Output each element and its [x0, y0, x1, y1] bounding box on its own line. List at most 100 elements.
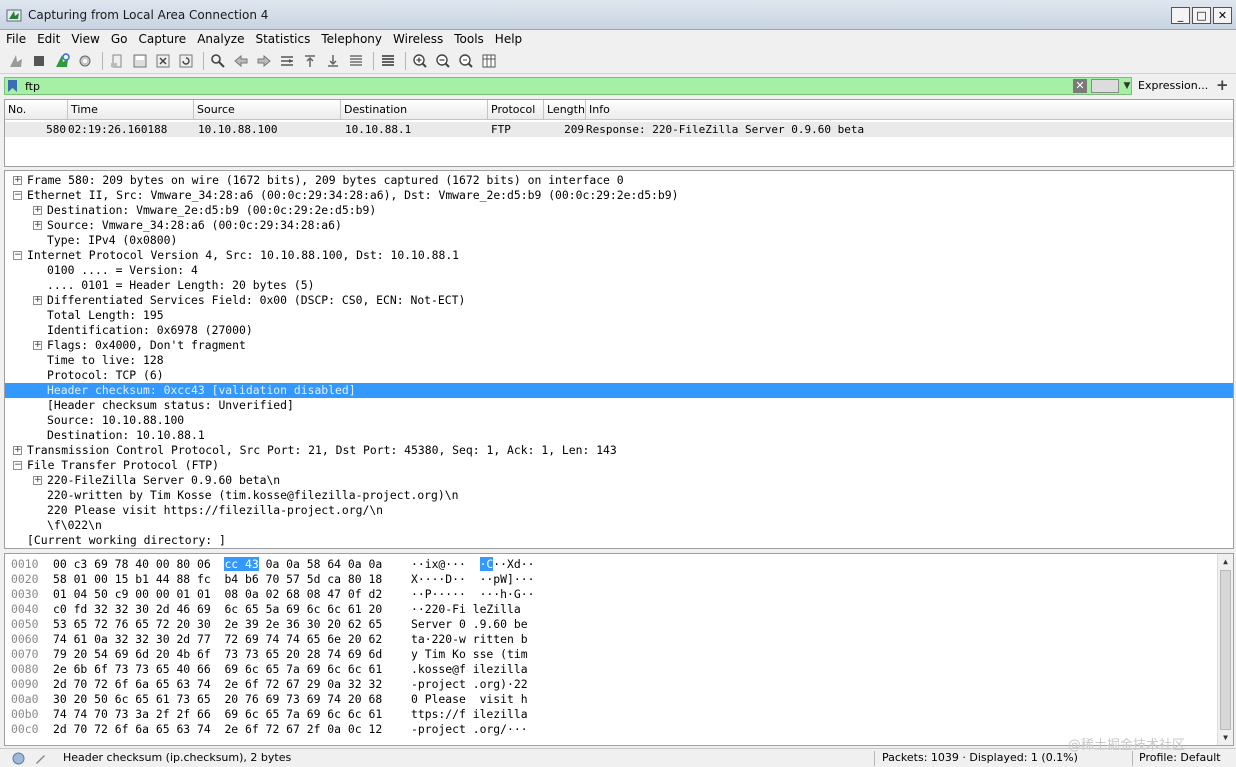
expand-icon[interactable]: + — [33, 221, 42, 230]
collapse-icon[interactable]: − — [13, 461, 22, 470]
bytes-row[interactable]: 0040 c0 fd 32 32 30 2d 46 69 6c 65 5a 69 … — [5, 602, 1215, 617]
bytes-row[interactable]: 0010 00 c3 69 78 40 00 80 06 cc 43 0a 0a … — [5, 557, 1215, 572]
menu-view[interactable]: View — [65, 32, 104, 46]
go-forward-icon[interactable] — [254, 51, 274, 71]
column-header-source[interactable]: Source — [194, 100, 341, 119]
column-header-destination[interactable]: Destination — [341, 100, 488, 119]
add-filter-button[interactable]: + — [1216, 76, 1229, 94]
menu-help[interactable]: Help — [489, 32, 527, 46]
tree-row[interactable]: 220 Please visit https://filezilla-proje… — [5, 503, 1233, 518]
clear-filter-icon[interactable]: ✕ — [1073, 79, 1087, 93]
column-header-info[interactable]: Info — [586, 100, 1233, 119]
expand-icon[interactable]: + — [13, 176, 22, 185]
first-packet-icon[interactable] — [300, 51, 320, 71]
last-packet-icon[interactable] — [323, 51, 343, 71]
reload-file-icon[interactable] — [176, 51, 196, 71]
tree-row[interactable]: 220-written by Tim Kosse (tim.kosse@file… — [5, 488, 1233, 503]
collapse-icon[interactable]: − — [13, 251, 22, 260]
bytes-row[interactable]: 0020 58 01 00 15 b1 44 88 fc b4 b6 70 57 … — [5, 572, 1215, 587]
apply-filter-icon[interactable] — [1091, 79, 1119, 93]
shark-fin-start-icon[interactable] — [6, 51, 26, 71]
find-packet-icon[interactable] — [208, 51, 228, 71]
stop-capture-icon[interactable] — [29, 51, 49, 71]
tree-row[interactable]: − Internet Protocol Version 4, Src: 10.10… — [5, 248, 1233, 263]
column-header-no[interactable]: No. — [5, 100, 68, 119]
menu-analyze[interactable]: Analyze — [191, 32, 249, 46]
collapse-icon[interactable]: − — [13, 191, 22, 200]
column-header-protocol[interactable]: Protocol — [488, 100, 544, 119]
expression-button[interactable]: Expression... — [1138, 79, 1208, 92]
menu-go[interactable]: Go — [105, 32, 133, 46]
resize-columns-icon[interactable] — [479, 51, 499, 71]
expand-icon[interactable]: + — [33, 476, 42, 485]
bytes-row[interactable]: 0060 74 61 0a 32 32 30 2d 77 72 69 74 74 … — [5, 632, 1215, 647]
tree-row[interactable]: + Flags: 0x4000, Don't fragment — [5, 338, 1233, 353]
menu-telephony[interactable]: Telephony — [315, 32, 387, 46]
minimize-button[interactable]: _ — [1171, 7, 1190, 24]
expand-icon[interactable]: + — [33, 206, 42, 215]
scroll-down-icon[interactable]: ▼ — [1218, 730, 1233, 745]
bytes-row[interactable]: 0070 79 20 54 69 6d 20 4b 6f 73 73 65 20 … — [5, 647, 1215, 662]
packet-row[interactable]: 580 02:19:26.160188 10.10.88.100 10.10.8… — [5, 122, 1233, 137]
tree-row[interactable]: Identification: 0x6978 (27000) — [5, 323, 1233, 338]
menu-file[interactable]: File — [0, 32, 31, 46]
tree-row-selected[interactable]: Header checksum: 0xcc43 [validation disa… — [5, 383, 1233, 398]
capture-comment-icon[interactable] — [34, 752, 47, 765]
expand-icon[interactable]: + — [33, 341, 42, 350]
menu-wireless[interactable]: Wireless — [387, 32, 448, 46]
tree-row[interactable]: \f\022\n — [5, 518, 1233, 533]
bytes-row[interactable]: 0090 2d 70 72 6f 6a 65 63 74 2e 6f 72 67 … — [5, 677, 1215, 692]
expert-info-icon[interactable] — [12, 752, 25, 765]
expand-icon[interactable]: + — [33, 296, 42, 305]
zoom-out-icon[interactable] — [433, 51, 453, 71]
column-header-length[interactable]: Length — [544, 100, 586, 119]
save-file-icon[interactable] — [130, 51, 150, 71]
tree-row[interactable]: Destination: 10.10.88.1 — [5, 428, 1233, 443]
go-to-packet-icon[interactable] — [277, 51, 297, 71]
menu-statistics[interactable]: Statistics — [249, 32, 315, 46]
tree-row[interactable]: [Current working directory: ] — [5, 533, 1233, 548]
tree-row[interactable]: + Differentiated Services Field: 0x00 (DS… — [5, 293, 1233, 308]
bytes-row[interactable]: 0080 2e 6b 6f 73 73 65 40 66 69 6c 65 7a … — [5, 662, 1215, 677]
bytes-row[interactable]: 0030 01 04 50 c9 00 00 01 01 08 0a 02 68 … — [5, 587, 1215, 602]
tree-row[interactable]: Type: IPv4 (0x0800) — [5, 233, 1233, 248]
bytes-row[interactable]: 00b0 74 74 70 73 3a 2f 2f 66 69 6c 65 7a … — [5, 707, 1215, 722]
tree-row[interactable]: +220-FileZilla Server 0.9.60 beta\n — [5, 473, 1233, 488]
tree-row[interactable]: Source: 10.10.88.100 — [5, 413, 1233, 428]
bookmark-icon[interactable] — [8, 80, 17, 92]
bytes-row[interactable]: 0050 53 65 72 76 65 72 20 30 2e 39 2e 36 … — [5, 617, 1215, 632]
tree-row[interactable]: Time to live: 128 — [5, 353, 1233, 368]
tree-row[interactable]: + Destination: Vmware_2e:d5:b9 (00:0c:29:… — [5, 203, 1233, 218]
tree-row[interactable]: + Frame 580: 209 bytes on wire (1672 bits… — [5, 173, 1233, 188]
capture-options-icon[interactable] — [75, 51, 95, 71]
open-file-icon[interactable] — [107, 51, 127, 71]
close-file-icon[interactable] — [153, 51, 173, 71]
menu-edit[interactable]: Edit — [31, 32, 65, 46]
tree-row[interactable]: Total Length: 195 — [5, 308, 1233, 323]
normal-size-icon[interactable] — [456, 51, 476, 71]
tree-row[interactable]: − Ethernet II, Src: Vmware_34:28:a6 (00:0… — [5, 188, 1233, 203]
tree-row[interactable]: [Header checksum status: Unverified] — [5, 398, 1233, 413]
menu-capture[interactable]: Capture — [132, 32, 191, 46]
expand-icon[interactable]: + — [13, 446, 22, 455]
tree-row[interactable]: + Source: Vmware_34:28:a6 (00:0c:29:34:28… — [5, 218, 1233, 233]
bytes-row[interactable]: 00a0 30 20 50 6c 65 61 73 65 20 76 69 73 … — [5, 692, 1215, 707]
bytes-row[interactable]: 00c0 2d 70 72 6f 6a 65 63 74 2e 6f 72 67 … — [5, 722, 1215, 737]
tree-row[interactable]: .... 0101 = Header Length: 20 bytes (5) — [5, 278, 1233, 293]
autoscroll-icon[interactable] — [346, 51, 366, 71]
colorize-icon[interactable] — [378, 51, 398, 71]
scroll-up-icon[interactable]: ▲ — [1218, 554, 1233, 569]
tree-row[interactable]: Protocol: TCP (6) — [5, 368, 1233, 383]
tree-row[interactable]: + Transmission Control Protocol, Src Port… — [5, 443, 1233, 458]
display-filter-input[interactable] — [25, 78, 1065, 94]
maximize-button[interactable]: □ — [1192, 7, 1211, 24]
restart-capture-icon[interactable] — [52, 51, 72, 71]
go-back-icon[interactable] — [231, 51, 251, 71]
tree-row[interactable]: 0100 .... = Version: 4 — [5, 263, 1233, 278]
tree-row[interactable]: − File Transfer Protocol (FTP) — [5, 458, 1233, 473]
chevron-down-icon[interactable]: ▼ — [1121, 78, 1133, 94]
scrollbar-thumb[interactable] — [1220, 570, 1231, 730]
close-button[interactable]: ✕ — [1213, 7, 1232, 24]
bytes-scrollbar[interactable]: ▲ ▼ — [1217, 554, 1233, 745]
zoom-in-icon[interactable] — [410, 51, 430, 71]
